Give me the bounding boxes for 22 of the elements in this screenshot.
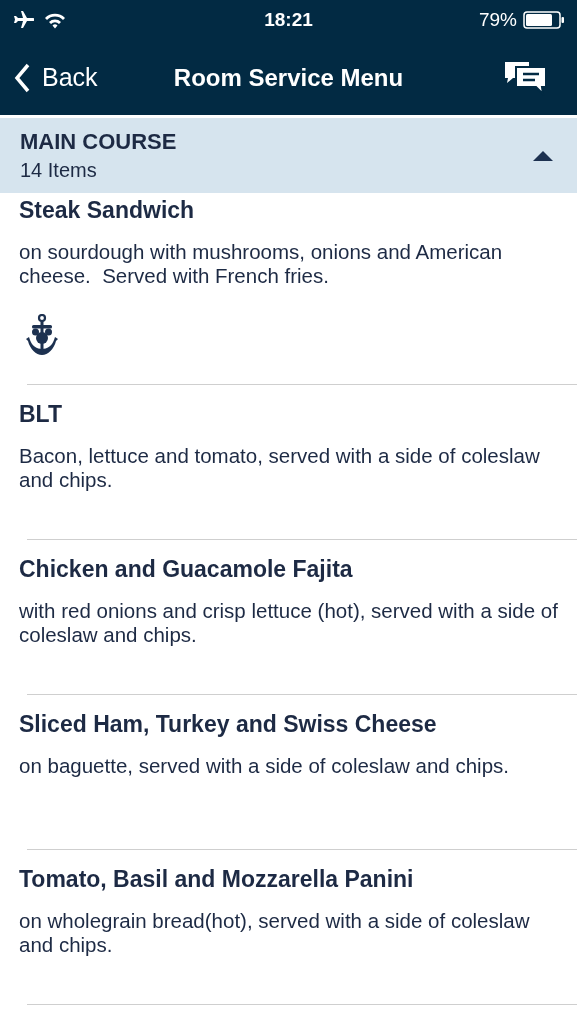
section-title: MAIN COURSE	[20, 129, 177, 155]
menu-item-name[interactable]: Chicken and Guacamole Fajita	[19, 556, 567, 583]
screen-title: Room Service Menu	[173, 63, 404, 92]
menu-item-description: on sourdough with mushrooms, onions and American cheese. Served with French fries.	[19, 240, 504, 288]
back-button[interactable]: Back	[14, 62, 98, 93]
wifi-icon	[44, 11, 66, 29]
status-time: 18:21	[264, 9, 313, 31]
menu-item-description: on wholegrain bread(hot), served with a side of coleslaw and chips.	[19, 909, 531, 957]
back-chevron-icon	[14, 62, 30, 93]
airplane-icon	[12, 11, 34, 29]
item-count: 14 Items	[20, 159, 98, 182]
menu-item-description: Bacon, lettuce and tomato, served with a side of coleslaw and chips.	[19, 444, 541, 492]
menu-item-name[interactable]: BLT	[19, 401, 567, 428]
section-header[interactable]: MAIN COURSE 14 Items	[0, 118, 577, 193]
battery-percent: 79%	[478, 9, 517, 31]
menu-item-name[interactable]: Tomato, Basil and Mozzarella Panini	[19, 866, 567, 893]
menu-item-name[interactable]: Steak Sandwich	[19, 197, 567, 224]
menu-item-description: with red onions and crisp lettuce (hot), served with a side of coleslaw and chips.	[19, 599, 559, 647]
battery-icon	[523, 11, 565, 29]
menu-item-description: on baguette, served with a side of coleslaw and chips.	[19, 754, 511, 778]
menu-item-name[interactable]: Sliced Ham, Turkey and Swiss Cheese	[19, 711, 567, 738]
collapse-caret-icon[interactable]	[533, 150, 553, 161]
